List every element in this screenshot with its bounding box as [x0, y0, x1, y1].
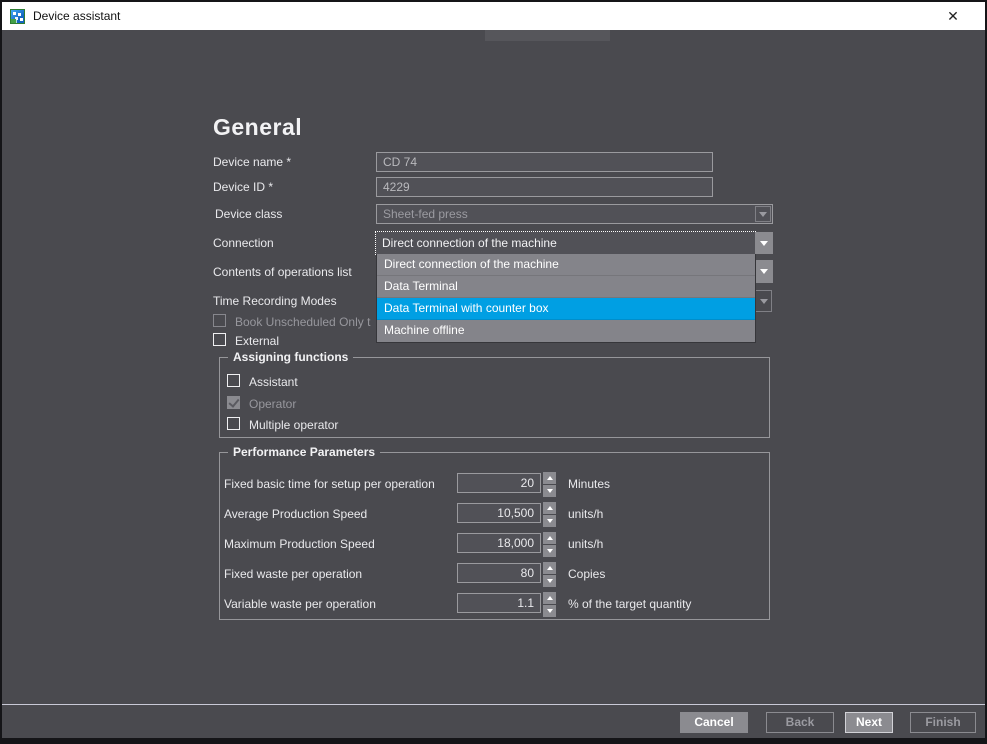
chevron-down-icon: [759, 212, 767, 217]
dropdown-option[interactable]: Data Terminal: [377, 276, 755, 298]
device-class-label: Device class: [215, 207, 282, 221]
chevron-down-icon: [760, 241, 768, 246]
device-class-select[interactable]: Sheet-fed press: [376, 204, 773, 224]
time-recording-label: Time Recording Modes: [213, 294, 337, 308]
external-checkbox[interactable]: [213, 333, 226, 346]
arrow-down-icon: [547, 519, 553, 523]
perf-row-input[interactable]: 10,500: [457, 503, 541, 523]
arrow-up-icon: [547, 506, 553, 510]
dropdown-option[interactable]: Machine offline: [377, 320, 755, 342]
book-unscheduled-checkbox[interactable]: [213, 314, 226, 327]
assistant-checkbox[interactable]: [227, 374, 240, 387]
arrow-up-icon: [547, 536, 553, 540]
dropdown-option[interactable]: Direct connection of the machine: [377, 254, 755, 276]
multiple-operator-label: Multiple operator: [249, 418, 338, 432]
dropdown-option-highlighted[interactable]: Data Terminal with counter box: [377, 298, 755, 320]
spin-up-button[interactable]: [543, 592, 556, 604]
spin-up-button[interactable]: [543, 562, 556, 574]
spin-down-button[interactable]: [543, 485, 556, 497]
connection-select[interactable]: Direct connection of the machine: [376, 232, 755, 254]
spin-up-button[interactable]: [543, 532, 556, 544]
arrow-down-icon: [547, 549, 553, 553]
perf-row-unit: units/h: [568, 507, 603, 521]
titlebar: Device assistant ✕: [2, 2, 985, 30]
spin-up-button[interactable]: [543, 472, 556, 484]
cancel-button[interactable]: Cancel: [680, 712, 748, 733]
connection-label: Connection: [213, 236, 274, 250]
close-icon[interactable]: ✕: [943, 6, 963, 26]
perf-row-input[interactable]: 80: [457, 563, 541, 583]
top-partial-element: [485, 30, 610, 41]
footer-divider: [2, 704, 985, 705]
connection-dropdown-list: Direct connection of the machine Data Te…: [376, 254, 756, 343]
spin-down-button[interactable]: [543, 605, 556, 617]
assigning-functions-legend: Assigning functions: [228, 350, 353, 364]
back-button[interactable]: Back: [766, 712, 834, 733]
assistant-label: Assistant: [249, 375, 298, 389]
arrow-down-icon: [547, 489, 553, 493]
spin-down-button[interactable]: [543, 545, 556, 557]
page-title: General: [213, 114, 302, 141]
perf-row-unit: Copies: [568, 567, 605, 581]
spinner: [543, 472, 556, 498]
perf-row-label: Fixed waste per operation: [224, 567, 362, 581]
arrow-up-icon: [547, 596, 553, 600]
device-id-label: Device ID *: [213, 180, 273, 194]
operator-checkbox[interactable]: [227, 396, 240, 409]
finish-button[interactable]: Finish: [910, 712, 976, 733]
connection-dropdown-button[interactable]: [755, 232, 773, 254]
next-button[interactable]: Next: [845, 712, 893, 733]
device-name-input[interactable]: CD 74: [376, 152, 713, 172]
spinner: [543, 502, 556, 528]
performance-parameters-legend: Performance Parameters: [228, 445, 380, 459]
chevron-down-icon: [760, 269, 768, 274]
operations-list-dropdown-button[interactable]: [755, 260, 773, 283]
spinner: [543, 592, 556, 618]
window-title: Device assistant: [33, 9, 120, 23]
perf-row-unit: % of the target quantity: [568, 597, 691, 611]
device-class-dropdown-button[interactable]: [755, 206, 771, 222]
device-id-input[interactable]: 4229: [376, 177, 713, 197]
operations-list-label: Contents of operations list: [213, 265, 352, 279]
book-unscheduled-label: Book Unscheduled Only t: [235, 315, 370, 329]
spinner: [543, 562, 556, 588]
perf-row-label: Variable waste per operation: [224, 597, 376, 611]
chevron-down-icon: [760, 299, 768, 304]
operator-label: Operator: [249, 397, 296, 411]
perf-row-label: Average Production Speed: [224, 507, 367, 521]
perf-row-input[interactable]: 18,000: [457, 533, 541, 553]
perf-row-unit: Minutes: [568, 477, 610, 491]
multiple-operator-checkbox[interactable]: [227, 417, 240, 430]
perf-row-label: Fixed basic time for setup per operation: [224, 477, 435, 491]
device-name-label: Device name *: [213, 155, 291, 169]
arrow-up-icon: [547, 566, 553, 570]
perf-row-input[interactable]: 20: [457, 473, 541, 493]
time-recording-dropdown-button[interactable]: [755, 290, 772, 312]
perf-row-unit: units/h: [568, 537, 603, 551]
spin-down-button[interactable]: [543, 515, 556, 527]
perf-row-label: Maximum Production Speed: [224, 537, 375, 551]
spin-up-button[interactable]: [543, 502, 556, 514]
spinner: [543, 532, 556, 558]
app-icon: [10, 9, 25, 24]
spin-down-button[interactable]: [543, 575, 556, 587]
device-assistant-window: Device assistant ✕ General Device name *…: [0, 0, 987, 744]
external-label: External: [235, 334, 279, 348]
arrow-down-icon: [547, 609, 553, 613]
arrow-down-icon: [547, 579, 553, 583]
arrow-up-icon: [547, 476, 553, 480]
perf-row-input[interactable]: 1.1: [457, 593, 541, 613]
